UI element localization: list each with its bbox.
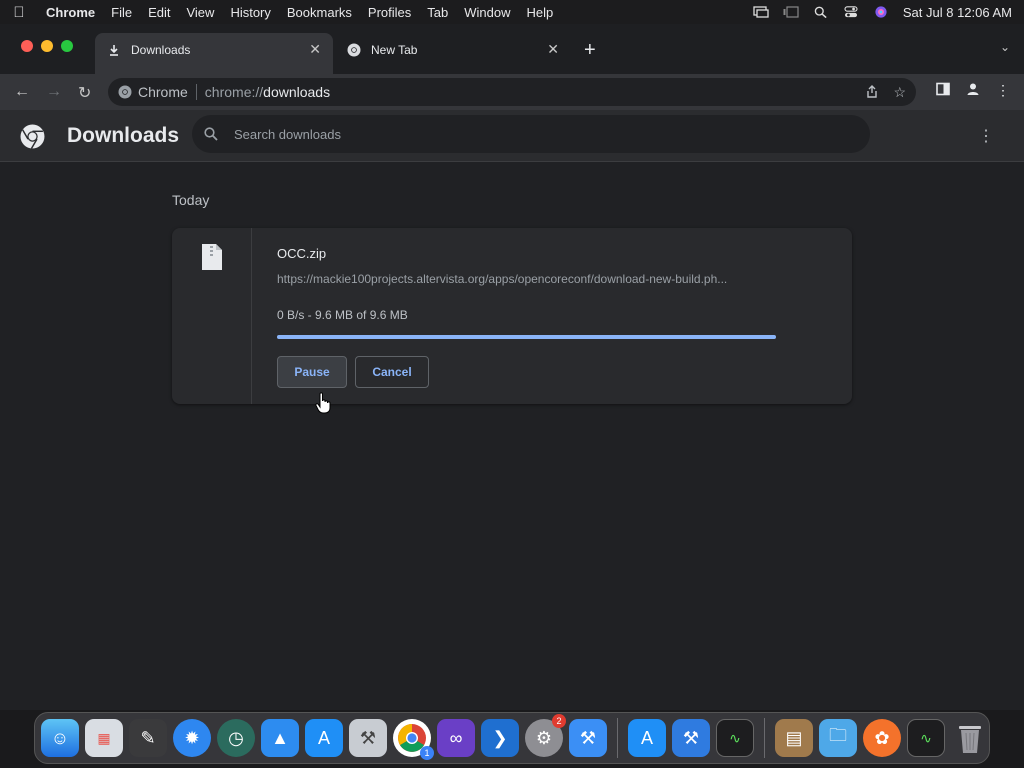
download-item-card: OCC.zip https://mackie100projects.alterv…	[172, 228, 852, 404]
finder-icon[interactable]: ☺	[41, 719, 79, 757]
pause-button[interactable]: Pause	[277, 356, 347, 388]
app-store-icon[interactable]: A	[305, 719, 343, 757]
menu-history[interactable]: History	[222, 5, 278, 20]
dock-separator	[617, 718, 618, 758]
visual-studio-icon[interactable]: ∞	[437, 719, 475, 757]
chrome-menu-kebab-icon[interactable]: ⋮	[996, 82, 1010, 99]
apple-menu-icon[interactable]: 	[0, 4, 38, 21]
xcode-tools-icon[interactable]: ⚒	[569, 719, 607, 757]
system-preferences-tool-icon[interactable]: ⚒	[349, 719, 387, 757]
notes-editor-icon[interactable]: ✎	[129, 719, 167, 757]
vscode-icon[interactable]: ❯	[481, 719, 519, 757]
close-tab-icon[interactable]: ✕	[309, 41, 321, 58]
safari-icon[interactable]: ✹	[173, 719, 211, 757]
file-name-link[interactable]: OCC.zip	[277, 246, 326, 261]
back-arrow-icon[interactable]: ←	[14, 83, 30, 101]
dock: ☺ ▦ ✎ ✹ ◷ ▲ A ⚒ 1 ∞ ❯ ⚙ 2 ⚒ A ⚒ ∿ ▤ 🗀 ✿ …	[34, 712, 990, 764]
reload-icon[interactable]: ↻	[78, 83, 91, 103]
menu-bar:  Chrome File Edit View History Bookmark…	[0, 0, 1024, 24]
app-store-icon[interactable]: A	[628, 719, 666, 757]
source-url-link[interactable]: https://mackie100projects.altervista.org…	[277, 272, 777, 286]
search-icon	[204, 127, 218, 141]
activity-monitor-icon[interactable]: ∿	[907, 719, 945, 757]
menu-profiles[interactable]: Profiles	[360, 5, 419, 20]
menu-tab[interactable]: Tab	[419, 5, 456, 20]
downloads-content: Today OCC.zip https://mackie100projects.…	[0, 162, 1024, 710]
url-host: downloads	[263, 84, 331, 100]
dock-separator	[764, 718, 765, 758]
trash-icon[interactable]	[951, 719, 989, 757]
share-icon[interactable]	[865, 85, 879, 99]
screen-mirroring-icon[interactable]	[753, 6, 769, 18]
launchpad-icon[interactable]: ▦	[85, 719, 123, 757]
tab-strip: Downloads ✕ New Tab ✕ + ⌄	[0, 24, 1024, 74]
download-status: 0 B/s - 9.6 MB of 9.6 MB	[277, 308, 408, 322]
downloads-menu-kebab-icon[interactable]: ⋮	[978, 126, 994, 146]
chrome-icon	[347, 43, 361, 57]
settings-badge: 2	[552, 714, 566, 728]
forward-arrow-icon[interactable]: →	[46, 83, 62, 101]
chrome-logo-icon	[20, 124, 45, 149]
toolbar-right: ⋮	[936, 82, 1024, 99]
tab-new-tab[interactable]: New Tab ✕	[335, 33, 571, 66]
url-scheme: chrome://	[204, 84, 264, 100]
close-window-button[interactable]	[21, 40, 33, 52]
chrome-page-icon[interactable]	[118, 85, 132, 99]
search-input[interactable]	[234, 126, 834, 142]
tab-search-chevron-icon[interactable]: ⌄	[1000, 40, 1010, 54]
cancel-button[interactable]: Cancel	[355, 356, 429, 388]
settings-icon[interactable]: ⚙ 2	[525, 714, 566, 757]
stage-manager-icon[interactable]	[783, 6, 799, 18]
chrome-download-badge: 1	[420, 746, 434, 760]
close-tab-icon[interactable]: ✕	[547, 41, 559, 58]
menu-app-chrome[interactable]: Chrome	[38, 5, 103, 20]
menu-help[interactable]: Help	[519, 5, 562, 20]
menu-window[interactable]: Window	[456, 5, 518, 20]
address-bar[interactable]: Chrome chrome://downloads ☆	[108, 78, 916, 106]
new-tab-plus-icon[interactable]: +	[584, 39, 596, 62]
tab-label: New Tab	[371, 42, 418, 57]
menu-file[interactable]: File	[103, 5, 140, 20]
archive-utility-icon[interactable]: ▤	[775, 719, 813, 757]
folder-icon[interactable]: 🗀	[819, 719, 857, 757]
side-panel-icon[interactable]	[936, 82, 950, 96]
spotlight-search-icon[interactable]	[813, 6, 829, 18]
app-store-alt-icon[interactable]: ▲	[261, 719, 299, 757]
page-title: Downloads	[67, 124, 180, 147]
browser-toolbar: ← → ↻ Chrome chrome://downloads ☆ ⋮	[0, 74, 1024, 110]
time-machine-icon[interactable]: ◷	[217, 719, 255, 757]
omnibox-divider	[195, 84, 197, 100]
download-icon	[107, 43, 121, 57]
activity-monitor-icon[interactable]: ∿	[716, 719, 754, 757]
firefox-icon[interactable]: ✿	[863, 719, 901, 757]
window-controls	[21, 40, 73, 52]
search-downloads-box[interactable]	[192, 115, 870, 153]
hand-pointer-cursor-icon	[315, 392, 331, 414]
omnibox-actions: ☆	[865, 78, 916, 106]
progress-fill	[277, 335, 776, 339]
siri-icon[interactable]	[873, 6, 889, 18]
tab-label: Downloads	[131, 42, 191, 57]
chrome-window: Downloads ✕ New Tab ✕ + ⌄ ← → ↻ Chrome c…	[0, 24, 1024, 710]
bookmark-star-icon[interactable]: ☆	[893, 84, 906, 101]
zip-file-icon[interactable]	[202, 244, 222, 270]
minimize-window-button[interactable]	[41, 40, 53, 52]
file-icon-column	[172, 228, 252, 404]
tab-downloads[interactable]: Downloads ✕	[95, 33, 333, 74]
chrome-icon[interactable]: 1	[393, 719, 434, 760]
xcode-icon[interactable]: ⚒	[672, 719, 710, 757]
menu-view[interactable]: View	[178, 5, 222, 20]
date-section-heading: Today	[172, 192, 210, 208]
menu-edit[interactable]: Edit	[140, 5, 178, 20]
profile-avatar-icon[interactable]	[966, 82, 980, 96]
zoom-window-button[interactable]	[61, 40, 73, 52]
menubar-clock[interactable]: Sat Jul 8 12:06 AM	[903, 5, 1012, 20]
downloads-header: Downloads ⋮	[0, 110, 1024, 162]
download-progress-bar	[277, 335, 776, 339]
control-center-icon[interactable]	[843, 6, 859, 18]
site-label: Chrome	[138, 84, 188, 100]
menu-bookmarks[interactable]: Bookmarks	[279, 5, 360, 20]
